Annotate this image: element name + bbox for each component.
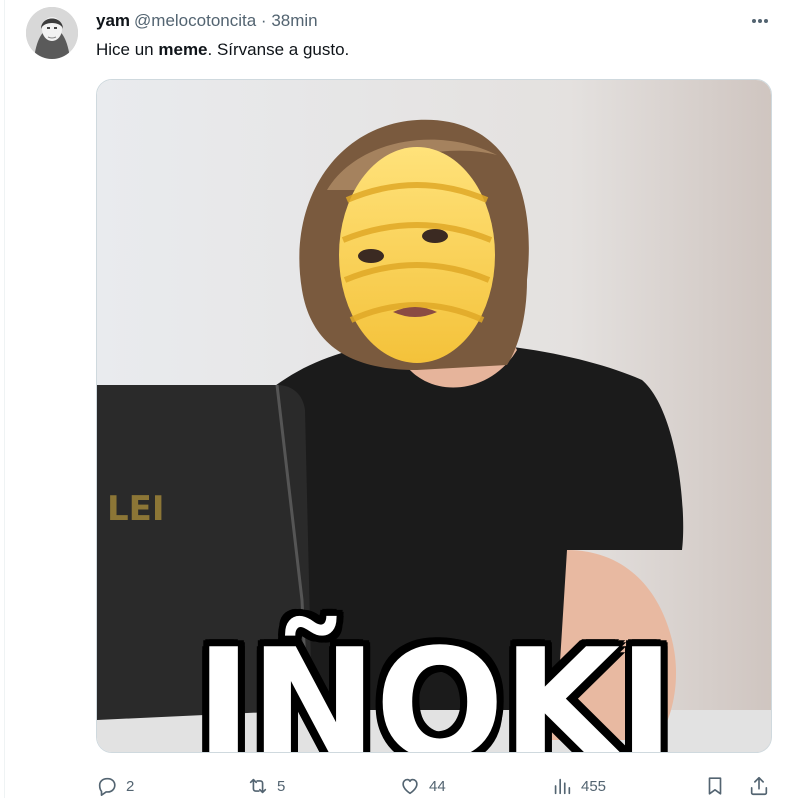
retweet-icon [249, 778, 267, 794]
like-count: 44 [429, 777, 446, 795]
avatar-image [26, 7, 78, 59]
svg-text:LEI: LEI [107, 489, 165, 529]
views-icon [554, 778, 571, 795]
tweet-text-part: . Sírvanse a gusto. [207, 40, 350, 59]
like-button[interactable]: 44 [399, 774, 446, 798]
share-icon [750, 776, 768, 796]
tweet-media[interactable]: LEI IÑOKI [96, 79, 772, 753]
share-button[interactable] [748, 774, 770, 798]
avatar[interactable] [26, 7, 78, 59]
reply-count: 2 [126, 777, 135, 795]
header-separator: · [260, 11, 267, 30]
heart-icon [402, 778, 418, 795]
reply-button[interactable]: 2 [96, 774, 134, 798]
tweet-actions: 2 5 44 455 [0, 774, 790, 798]
reply-icon [98, 777, 116, 796]
more-horizontal-icon [752, 19, 768, 23]
views-count: 455 [581, 777, 607, 795]
tweet-text-bold: meme [158, 40, 208, 59]
views-button[interactable]: 455 [551, 774, 606, 798]
timeline-divider [4, 0, 5, 798]
tweet-header: yam @melocotoncita · 38min [96, 10, 318, 32]
more-options-button[interactable] [746, 8, 774, 34]
author-display-name[interactable]: yam [96, 11, 130, 30]
tweet-timestamp[interactable]: 38min [271, 11, 317, 30]
retweet-count: 5 [277, 777, 286, 795]
tweet-text-part: Hice un [96, 40, 159, 59]
retweet-button[interactable]: 5 [247, 774, 285, 798]
bookmark-icon [708, 777, 722, 795]
author-handle[interactable]: @melocotoncita [134, 11, 256, 30]
meme-caption: IÑOKI [195, 616, 674, 753]
bookmark-button[interactable] [704, 774, 726, 798]
tweet-text: Hice un meme. Sírvanse a gusto. [96, 39, 349, 61]
tweet[interactable]: yam @melocotoncita · 38min Hice un meme. … [0, 0, 790, 798]
